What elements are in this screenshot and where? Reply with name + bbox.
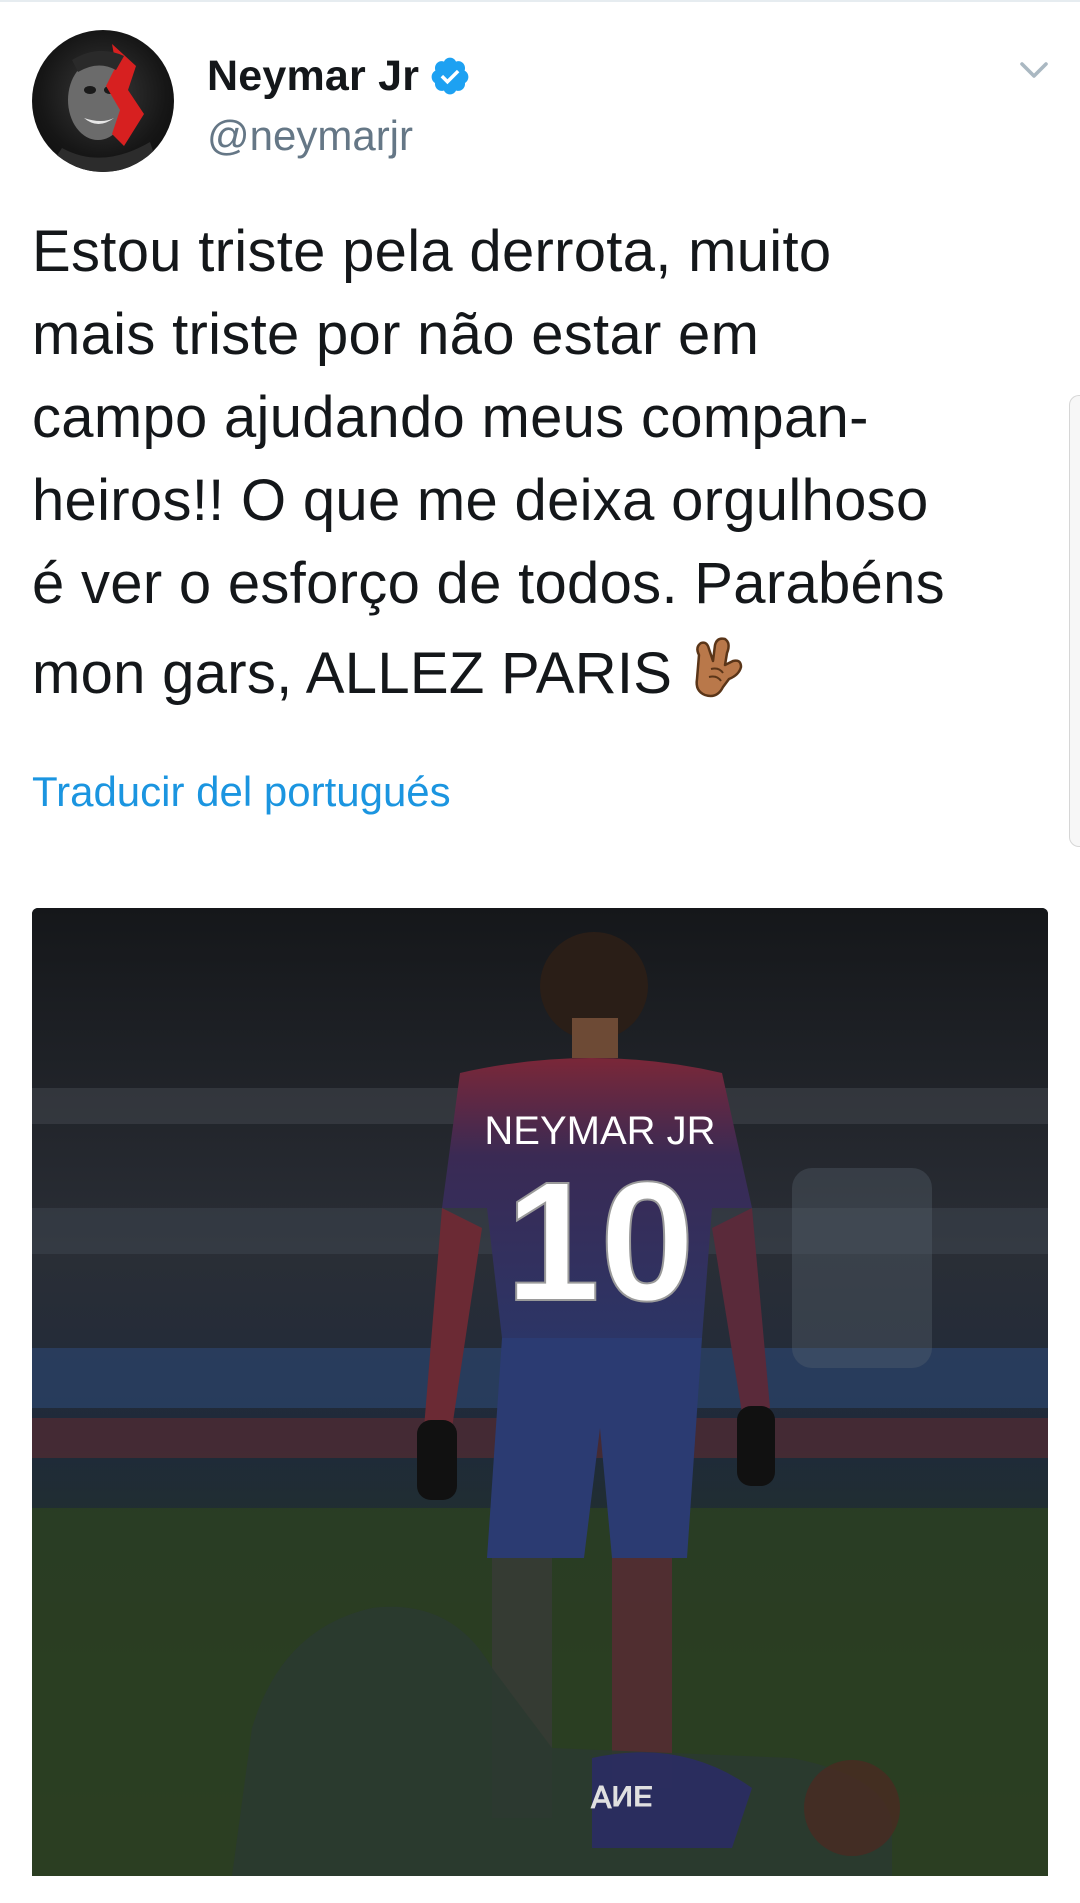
tweet-text-line: heiros!! O que me deixa orgulhoso	[32, 468, 929, 533]
call-me-hand-emoji	[689, 625, 745, 703]
tweet-text-line: é ver o esforço de todos. Parabéns	[32, 551, 945, 616]
display-name-row: Neymar Jr	[207, 48, 471, 104]
tweet-media-image[interactable]: NEYMAR JR 10 ƎИ∀	[32, 908, 1048, 1876]
tweet-text: Estou triste pela derrota, muito mais tr…	[32, 210, 1062, 715]
avatar[interactable]	[32, 30, 174, 172]
verified-badge-icon	[429, 55, 471, 97]
tweet-card: Neymar Jr @neymarjr Estou triste pela de…	[0, 0, 1080, 1903]
tweet-text-line: mais triste por não estar em	[32, 302, 760, 367]
translate-link[interactable]: Traducir del portugués	[32, 768, 451, 816]
tweet-header: Neymar Jr @neymarjr	[32, 30, 1052, 175]
user-handle[interactable]: @neymarjr	[207, 112, 471, 160]
bottom-spacer	[0, 1877, 1080, 1903]
tweet-text-line: campo ajudando meus compan-	[32, 385, 869, 450]
lying-jersey-text: ƎИ∀	[589, 1779, 653, 1812]
tweet-text-line: mon gars, ALLEZ PARIS	[32, 641, 673, 706]
jersey-number: 10	[505, 1147, 694, 1337]
divider	[0, 0, 1080, 2]
scrollbar[interactable]	[1069, 395, 1080, 847]
display-name[interactable]: Neymar Jr	[207, 52, 419, 101]
user-info[interactable]: Neymar Jr @neymarjr	[207, 48, 471, 160]
chevron-down-icon[interactable]	[1016, 52, 1052, 88]
tweet-text-line: Estou triste pela derrota, muito	[32, 219, 832, 284]
